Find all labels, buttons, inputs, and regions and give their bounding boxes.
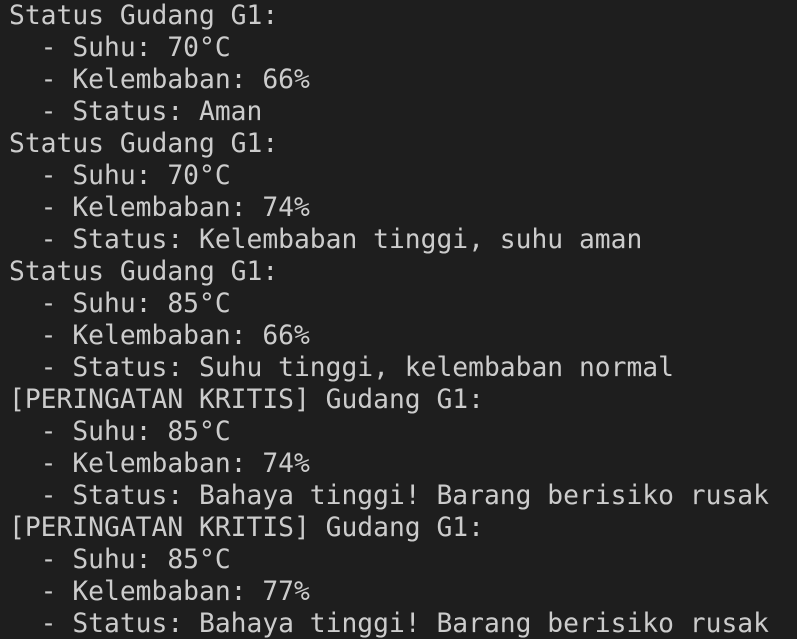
- terminal-line-temperature: - Suhu: 85°C: [9, 417, 231, 447]
- terminal-line-temperature: - Suhu: 70°C: [9, 161, 231, 191]
- terminal-line-humidity: - Kelembaban: 66%: [9, 321, 310, 351]
- terminal-line-humidity: - Kelembaban: 77%: [9, 577, 310, 607]
- terminal-line-status: - Status: Kelembaban tinggi, suhu aman: [9, 225, 643, 255]
- terminal-line-temperature: - Suhu: 85°C: [9, 289, 231, 319]
- terminal-line-status: - Status: Aman: [9, 97, 263, 127]
- terminal-line-temperature: - Suhu: 85°C: [9, 545, 231, 575]
- terminal-line-header: Status Gudang G1:: [9, 1, 279, 31]
- terminal-line-temperature: - Suhu: 70°C: [9, 33, 231, 63]
- terminal-line-header: Status Gudang G1:: [9, 129, 279, 159]
- terminal-line-humidity: - Kelembaban: 74%: [9, 449, 310, 479]
- terminal-line-humidity: - Kelembaban: 74%: [9, 193, 310, 223]
- terminal-line-critical-warning: [PERINGATAN KRITIS] Gudang G1:: [9, 513, 484, 543]
- terminal-line-status: - Status: Bahaya tinggi! Barang berisiko…: [9, 609, 769, 639]
- terminal-line-header: Status Gudang G1:: [9, 257, 279, 287]
- terminal-line-humidity: - Kelembaban: 66%: [9, 65, 310, 95]
- terminal-line-status: - Status: Bahaya tinggi! Barang berisiko…: [9, 481, 769, 511]
- terminal-line-status: - Status: Suhu tinggi, kelembaban normal: [9, 353, 674, 383]
- terminal-line-critical-warning: [PERINGATAN KRITIS] Gudang G1:: [9, 385, 484, 415]
- terminal-output: Status Gudang G1: - Suhu: 70°C - Kelemba…: [9, 0, 797, 639]
